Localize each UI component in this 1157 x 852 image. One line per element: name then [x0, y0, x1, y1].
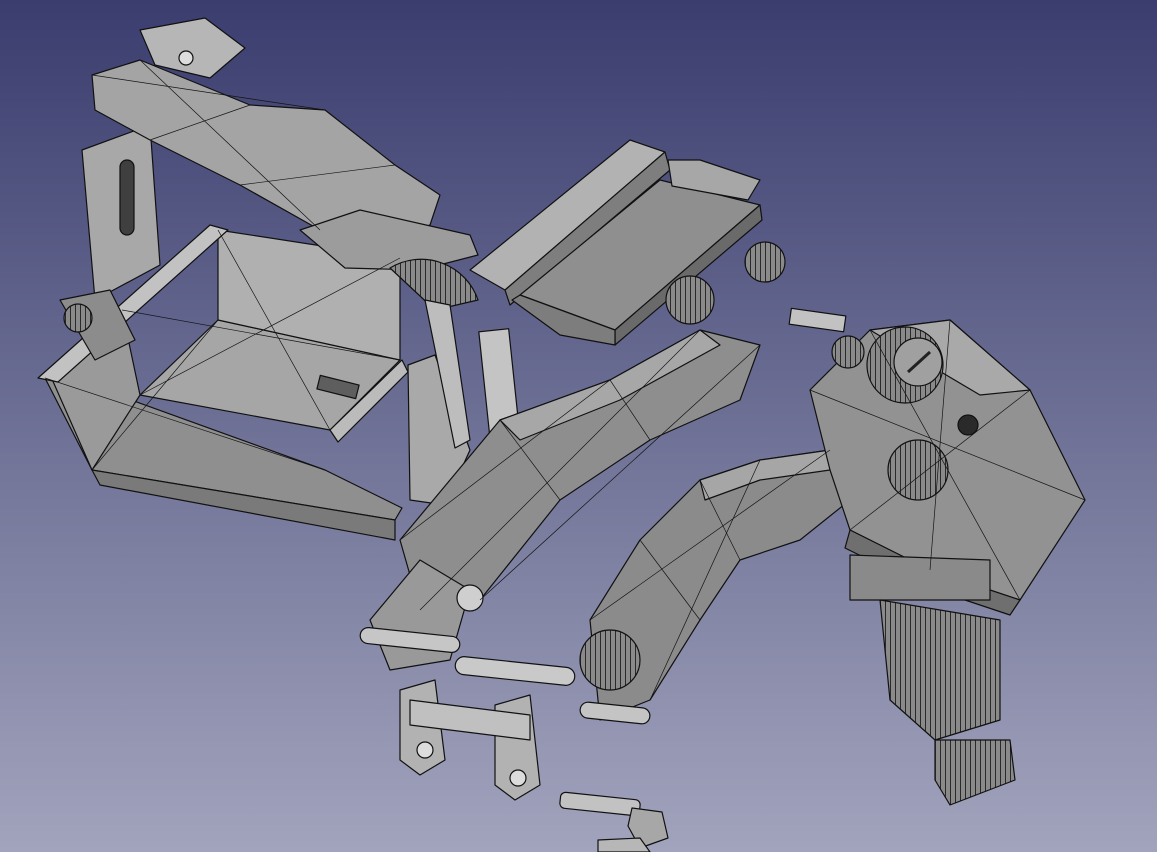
- knurled-knob-small[interactable]: [665, 275, 715, 325]
- bolt-lower-nut: [597, 837, 651, 852]
- 3d-viewport[interactable]: [0, 0, 1157, 852]
- knurled-knob-middle[interactable]: [887, 439, 949, 501]
- housing-hole: [957, 414, 979, 436]
- back-plate-slot: [119, 159, 135, 236]
- hinge-knurl: [63, 303, 93, 333]
- clevis-left-hole: [416, 741, 434, 759]
- leg-collar: [849, 554, 991, 601]
- clevis-right-hole: [509, 769, 527, 787]
- clamp-arm-pivot-hole: [178, 50, 194, 66]
- main-arm-pivot-hole: [456, 584, 484, 612]
- lower-arm-knurl: [579, 629, 641, 691]
- knurled-knob-top[interactable]: [744, 241, 786, 283]
- mesh-scene[interactable]: [0, 0, 1157, 852]
- knurled-knob-left[interactable]: [831, 335, 865, 369]
